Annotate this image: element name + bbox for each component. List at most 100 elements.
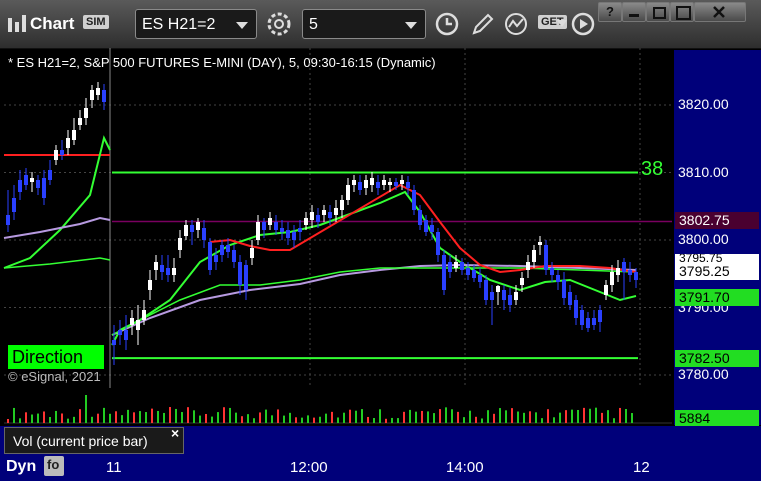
play-icon[interactable] [570, 11, 596, 37]
volume-bar [187, 407, 189, 423]
volume-bar [553, 417, 555, 423]
candle-body [394, 182, 398, 186]
volume-bar [487, 410, 489, 423]
candle [84, 98, 88, 125]
candle-body [78, 118, 82, 125]
candle [406, 176, 410, 195]
symbol-dropdown[interactable]: ES H21=2 [135, 9, 257, 39]
symbol-value: ES H21=2 [142, 16, 216, 33]
candle-body [472, 270, 476, 278]
candle [568, 285, 572, 310]
volume-bar [325, 413, 327, 423]
pencil-draw-icon[interactable] [470, 11, 496, 37]
candle-body [130, 318, 134, 325]
volume-bar [505, 410, 507, 423]
volume-bar [361, 409, 363, 423]
candle-body [496, 286, 500, 292]
time-label: 12 [633, 459, 650, 476]
candle-body [196, 222, 200, 230]
candle [6, 190, 10, 232]
candle [412, 185, 416, 215]
volume-bar [337, 417, 339, 423]
volume-bar [451, 409, 453, 423]
candle-body [538, 242, 542, 245]
close-button[interactable] [694, 2, 746, 22]
candle [616, 260, 620, 282]
chart-plot [3, 48, 672, 388]
clock-icon[interactable] [434, 11, 460, 37]
volume-panel-close-button[interactable]: × [171, 425, 179, 441]
candle-body [334, 208, 338, 215]
volume-bar [409, 409, 411, 423]
settings-gear-icon[interactable] [266, 11, 292, 37]
volume-bar [289, 412, 291, 423]
volume-bar [127, 409, 129, 423]
volume-bar [457, 411, 459, 423]
candle [190, 220, 194, 245]
study-icon[interactable] [503, 11, 529, 37]
candle-body [286, 230, 290, 238]
candle [448, 255, 452, 278]
volume-bar [85, 395, 87, 423]
candle-body [412, 190, 416, 210]
volume-bar [313, 417, 315, 423]
candle [628, 262, 632, 282]
volume-bar [37, 413, 39, 423]
volume-bar [61, 413, 63, 423]
candle-body [514, 292, 518, 300]
candle-body [244, 265, 248, 290]
candle-body [274, 222, 278, 230]
candle-body [346, 185, 350, 200]
volume-bar [139, 411, 141, 423]
candle-body [262, 222, 266, 230]
candle-body [424, 220, 428, 232]
candle [66, 130, 70, 155]
candle [340, 195, 344, 218]
volume-bar [13, 407, 15, 423]
candle [370, 172, 374, 192]
candle-body [580, 310, 584, 325]
candle [502, 285, 506, 310]
volume-bar [565, 410, 567, 423]
candle [574, 295, 578, 325]
volume-bar [301, 417, 303, 423]
volume-bar [97, 413, 99, 423]
volume-bar [493, 413, 495, 423]
candle [202, 220, 206, 248]
candle [292, 225, 296, 248]
candle-body [634, 272, 638, 280]
dyn-box[interactable]: Dyn [4, 456, 40, 478]
volume-bar [283, 415, 285, 423]
volume-bar [229, 407, 231, 423]
fit-chart-button[interactable]: fo [44, 456, 64, 476]
candle [102, 84, 106, 110]
candle-body [490, 292, 494, 300]
maximize-button[interactable] [670, 2, 694, 22]
candle-body [280, 228, 284, 232]
candle-body [610, 272, 614, 285]
candle [24, 168, 28, 190]
volume-bar [343, 412, 345, 423]
candle [136, 305, 140, 345]
candle-body [166, 268, 170, 275]
minimize-button[interactable] [622, 2, 646, 22]
volume-bar [121, 415, 123, 423]
volume-bar [355, 410, 357, 423]
candle [358, 175, 362, 195]
candle-body [442, 255, 446, 290]
volume-bar [145, 412, 147, 423]
candle-body [256, 222, 260, 240]
volume-panel-label-box[interactable]: Vol (current price bar) [4, 427, 184, 454]
interval-dropdown[interactable]: 5 [302, 9, 426, 39]
restore-button[interactable] [646, 2, 670, 22]
candle-body [502, 290, 506, 300]
candle [580, 305, 584, 330]
candle-body [556, 275, 560, 282]
volume-bar [613, 418, 615, 423]
candle [54, 145, 58, 165]
candle [238, 255, 242, 295]
help-button[interactable]: ? [598, 2, 622, 22]
candle [244, 260, 248, 300]
axis-tick: 3810.00 [678, 164, 729, 180]
volume-tag: 5884 [675, 410, 759, 427]
